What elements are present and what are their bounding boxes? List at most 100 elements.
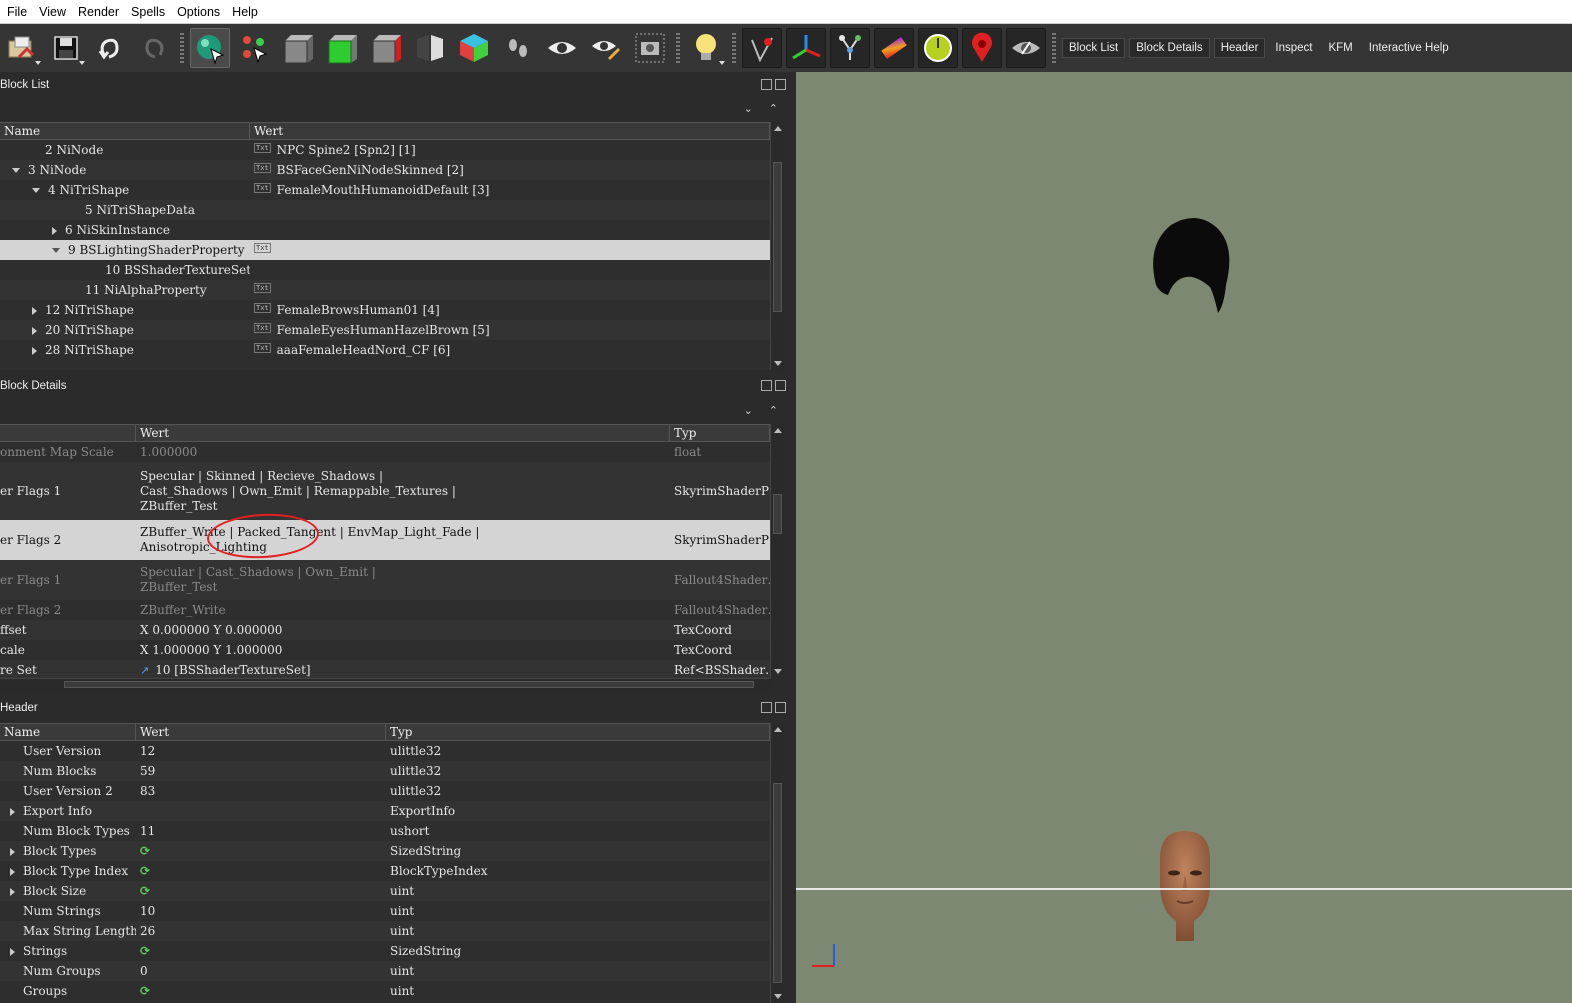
- header-row[interactable]: User Version 2 83 ulittle32: [0, 781, 770, 801]
- eye-edit-button[interactable]: [586, 28, 626, 68]
- expand-arrow-icon[interactable]: [10, 887, 15, 896]
- array-link-icon[interactable]: ⟳: [140, 844, 150, 858]
- show-hidden-button[interactable]: [1006, 28, 1046, 68]
- header-row[interactable]: Block Size ⟳ uint: [0, 881, 770, 901]
- select-object-button[interactable]: [190, 28, 230, 68]
- eye-button[interactable]: [542, 28, 582, 68]
- detail-row[interactable]: cale X 1.000000 Y 1.000000 TexCoord: [0, 640, 770, 660]
- column-wert[interactable]: Wert: [136, 724, 386, 740]
- view-box-red-button[interactable]: [366, 28, 406, 68]
- tree-row[interactable]: 20 NiTriShape Txt FemaleEyesHumanHazelBrow…: [0, 320, 770, 340]
- array-link-icon[interactable]: ⟳: [140, 944, 150, 958]
- detail-row[interactable]: re Set ↗ 10 [BSShaderTextureSet] Ref<BSShad…: [0, 660, 770, 680]
- tab-header[interactable]: Header: [1213, 38, 1266, 58]
- select-node-button[interactable]: [234, 28, 274, 68]
- menu-file[interactable]: File: [3, 0, 35, 24]
- redo-button[interactable]: [134, 28, 174, 68]
- column-wert[interactable]: Wert: [250, 123, 770, 139]
- detail-row[interactable]: er Flags 2 ZBuffer_Write | Packed_Tangent…: [0, 520, 770, 560]
- close-icon[interactable]: [775, 380, 786, 391]
- tab-kfm[interactable]: KFM: [1322, 39, 1358, 57]
- header-row[interactable]: Groups ⟳ uint: [0, 981, 770, 1001]
- save-button[interactable]: [46, 28, 86, 68]
- block-list-scrollbar[interactable]: [770, 122, 784, 370]
- menu-render[interactable]: Render: [74, 0, 127, 24]
- tree-row[interactable]: 28 NiTriShape Txt aaaFemaleHeadNord_CF [6]: [0, 340, 770, 360]
- header-row[interactable]: Block Type Index ⟳ BlockTypeIndex: [0, 861, 770, 881]
- header-row[interactable]: Num Block Types 11 ushort: [0, 821, 770, 841]
- column-name[interactable]: Name: [0, 724, 136, 740]
- expand-arrow-icon[interactable]: [32, 346, 37, 355]
- header-row[interactable]: Num Groups 0 uint: [0, 961, 770, 981]
- tree-row[interactable]: 2 NiNode Txt NPC Spine2 [Spn2] [1]: [0, 140, 770, 160]
- expand-all-icon[interactable]: ⌄: [744, 102, 753, 115]
- render-viewport[interactable]: [796, 72, 1572, 1003]
- expand-arrow-icon[interactable]: [32, 326, 37, 335]
- detail-row[interactable]: ffset X 0.000000 Y 0.000000 TexCoord: [0, 620, 770, 640]
- show-gradient-button[interactable]: [874, 28, 914, 68]
- float-icon[interactable]: [761, 702, 772, 713]
- column-typ[interactable]: Typ: [386, 724, 770, 740]
- view-box-green-button[interactable]: [322, 28, 362, 68]
- tab-block-details[interactable]: Block Details: [1129, 38, 1210, 58]
- tab-interactive-help[interactable]: Interactive Help: [1363, 39, 1455, 57]
- array-link-icon[interactable]: ⟳: [140, 984, 150, 998]
- block-details-hscrollbar[interactable]: [0, 678, 770, 690]
- reference-link-icon[interactable]: ↗: [140, 664, 149, 677]
- expand-arrow-icon[interactable]: [10, 807, 15, 816]
- menu-view[interactable]: View: [35, 0, 74, 24]
- tree-row[interactable]: 11 NiAlphaProperty Txt: [0, 280, 770, 300]
- collapse-arrow-icon[interactable]: [32, 188, 40, 193]
- load-button[interactable]: [2, 28, 42, 68]
- header-row[interactable]: Block Types ⟳ SizedString: [0, 841, 770, 861]
- tree-row[interactable]: 5 NiTriShapeData: [0, 200, 770, 220]
- expand-arrow-icon[interactable]: [10, 847, 15, 856]
- header-row[interactable]: Max String Length 26 uint: [0, 921, 770, 941]
- header-row[interactable]: Num Blocks 59 ulittle32: [0, 761, 770, 781]
- show-axes-button[interactable]: [786, 28, 826, 68]
- detail-row[interactable]: er Flags 1 Specular | Cast_Shadows | Own_…: [0, 560, 770, 600]
- header-row[interactable]: Strings ⟳ SizedString: [0, 941, 770, 961]
- view-box-gray-button[interactable]: [278, 28, 318, 68]
- collapse-all-icon[interactable]: ⌃: [769, 404, 778, 417]
- column-name[interactable]: Name: [0, 123, 250, 139]
- tab-inspect[interactable]: Inspect: [1269, 39, 1318, 57]
- menu-spells[interactable]: Spells: [127, 0, 173, 24]
- show-timeline-button[interactable]: [918, 28, 958, 68]
- detail-row[interactable]: er Flags 1 Specular | Skinned | Recieve_S…: [0, 462, 770, 520]
- close-icon[interactable]: [775, 702, 786, 713]
- array-link-icon[interactable]: ⟳: [140, 884, 150, 898]
- view-split-button[interactable]: [410, 28, 450, 68]
- menu-help[interactable]: Help: [228, 0, 266, 24]
- detail-row[interactable]: er Flags 2 ZBuffer_Write Fallout4Shader…: [0, 600, 770, 620]
- walk-button[interactable]: [498, 28, 538, 68]
- tree-row[interactable]: 4 NiTriShape Txt FemaleMouthHumanoidDefaul…: [0, 180, 770, 200]
- lighting-button[interactable]: [686, 28, 726, 68]
- show-vertices-button[interactable]: [742, 28, 782, 68]
- collapse-all-icon[interactable]: ⌃: [769, 102, 778, 115]
- expand-arrow-icon[interactable]: [10, 867, 15, 876]
- header-row[interactable]: Num Strings 10 uint: [0, 901, 770, 921]
- tab-block-list[interactable]: Block List: [1062, 38, 1126, 58]
- tree-row[interactable]: 3 NiNode Txt BSFaceGenNiNodeSkinned [2]: [0, 160, 770, 180]
- expand-arrow-icon[interactable]: [52, 226, 57, 235]
- tree-row[interactable]: 9 BSLightingShaderProperty Txt: [0, 240, 770, 260]
- tree-row[interactable]: 6 NiSkinInstance: [0, 220, 770, 240]
- tree-row[interactable]: 12 NiTriShape Txt FemaleBrowsHuman01 [4]: [0, 300, 770, 320]
- column-name[interactable]: [0, 425, 136, 441]
- header-row[interactable]: Export Info ExportInfo: [0, 801, 770, 821]
- view-cube-color-button[interactable]: [454, 28, 494, 68]
- column-typ[interactable]: Typ: [670, 425, 770, 441]
- column-wert[interactable]: Wert: [136, 425, 670, 441]
- tree-row[interactable]: 10 BSShaderTextureSet: [0, 260, 770, 280]
- block-details-scrollbar[interactable]: [770, 424, 784, 678]
- close-icon[interactable]: [775, 79, 786, 90]
- detail-row[interactable]: onment Map Scale 1.000000 float: [0, 442, 770, 462]
- expand-arrow-icon[interactable]: [10, 947, 15, 956]
- header-scrollbar[interactable]: [770, 723, 784, 1003]
- float-icon[interactable]: [761, 79, 772, 90]
- show-skeleton-button[interactable]: [830, 28, 870, 68]
- header-row[interactable]: User Version 12 ulittle32: [0, 741, 770, 761]
- collapse-arrow-icon[interactable]: [12, 168, 20, 173]
- show-markers-button[interactable]: [962, 28, 1002, 68]
